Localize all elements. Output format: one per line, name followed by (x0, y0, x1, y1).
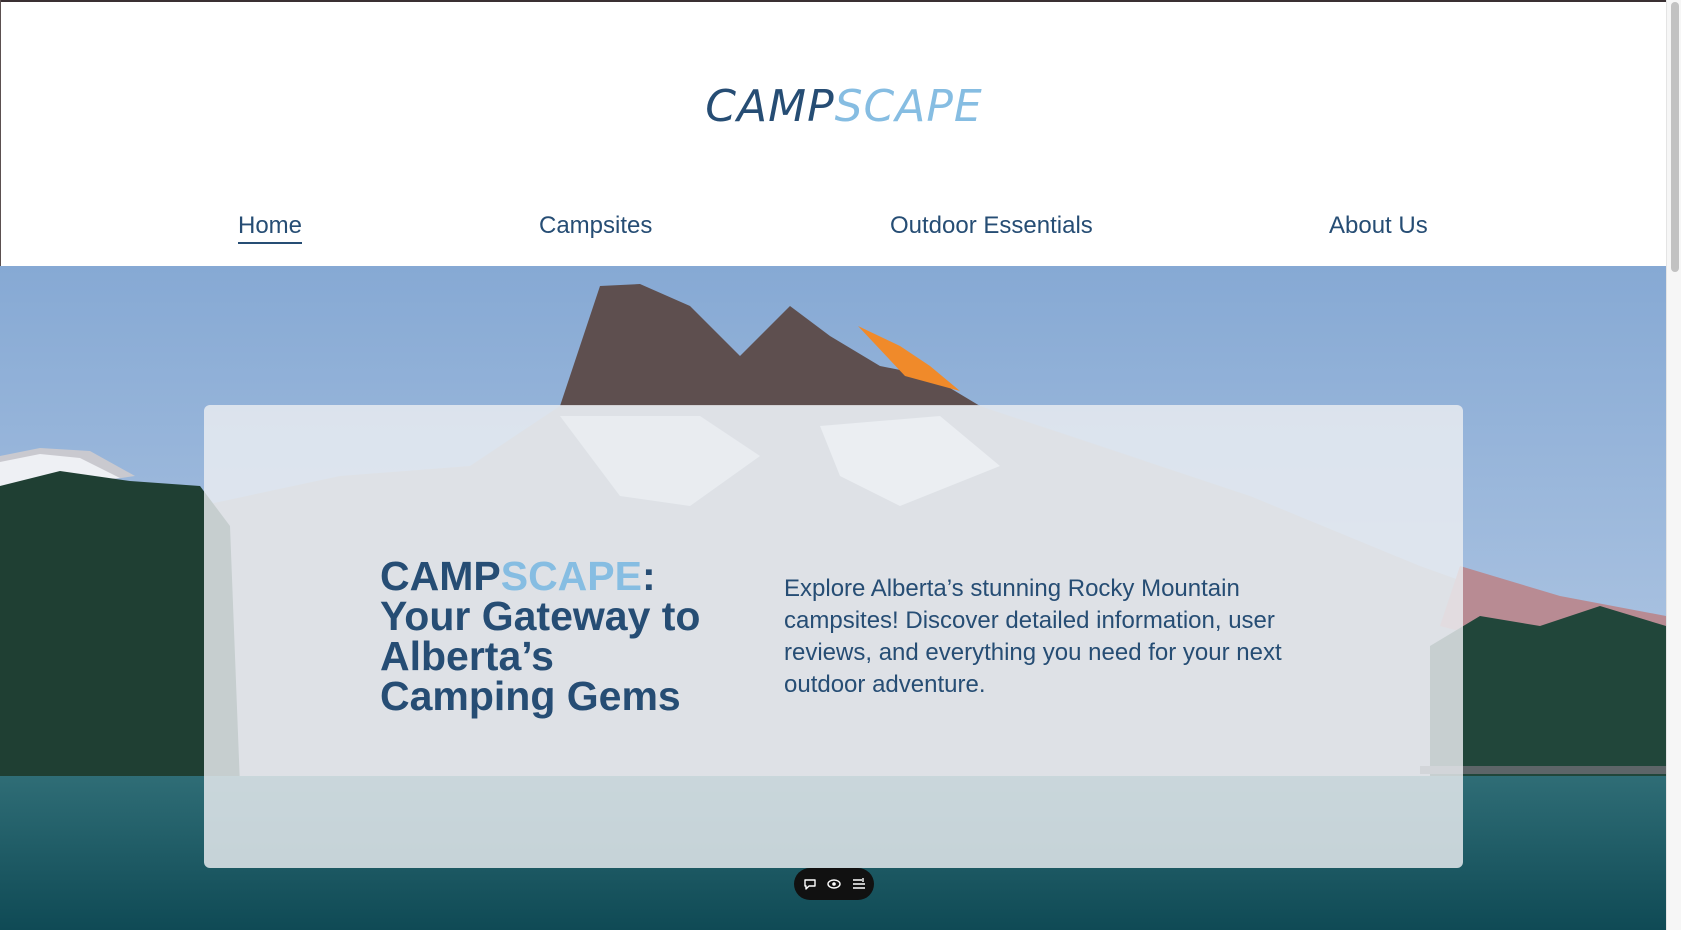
hero-title-subtitle: Your Gateway to Alberta’s Camping Gems (380, 593, 701, 719)
window-top-edge (0, 0, 1681, 2)
hero-title: CAMPSCAPE: Your Gateway to Alberta’s Cam… (380, 556, 720, 719)
nav-item-outdoor-essentials[interactable]: Outdoor Essentials (890, 210, 1093, 242)
comment-icon[interactable] (801, 875, 819, 893)
vertical-scrollbar[interactable] (1666, 0, 1681, 930)
page: CAMPSCAPE Home Campsites Outdoor Essenti… (0, 0, 1681, 930)
window-left-edge (0, 0, 1, 266)
main-nav: Home Campsites Outdoor Essentials About … (0, 210, 1666, 250)
eye-icon[interactable] (825, 875, 843, 893)
scrollbar-thumb[interactable] (1671, 2, 1679, 272)
list-settings-icon[interactable] (850, 875, 868, 893)
logo-part-scape: SCAPE (834, 81, 983, 132)
floating-toolbar (794, 868, 874, 900)
logo-part-camp: CAMP (705, 81, 835, 132)
nav-item-home[interactable]: Home (238, 210, 303, 244)
site-header: CAMPSCAPE Home Campsites Outdoor Essenti… (0, 2, 1666, 266)
hero-description: Explore Alberta’s stunning Rocky Mountai… (784, 575, 1282, 698)
nav-item-about-us[interactable]: About Us (1329, 210, 1428, 242)
nav-item-campsites[interactable]: Campsites (539, 210, 652, 242)
site-logo[interactable]: CAMPSCAPE (0, 77, 1681, 137)
